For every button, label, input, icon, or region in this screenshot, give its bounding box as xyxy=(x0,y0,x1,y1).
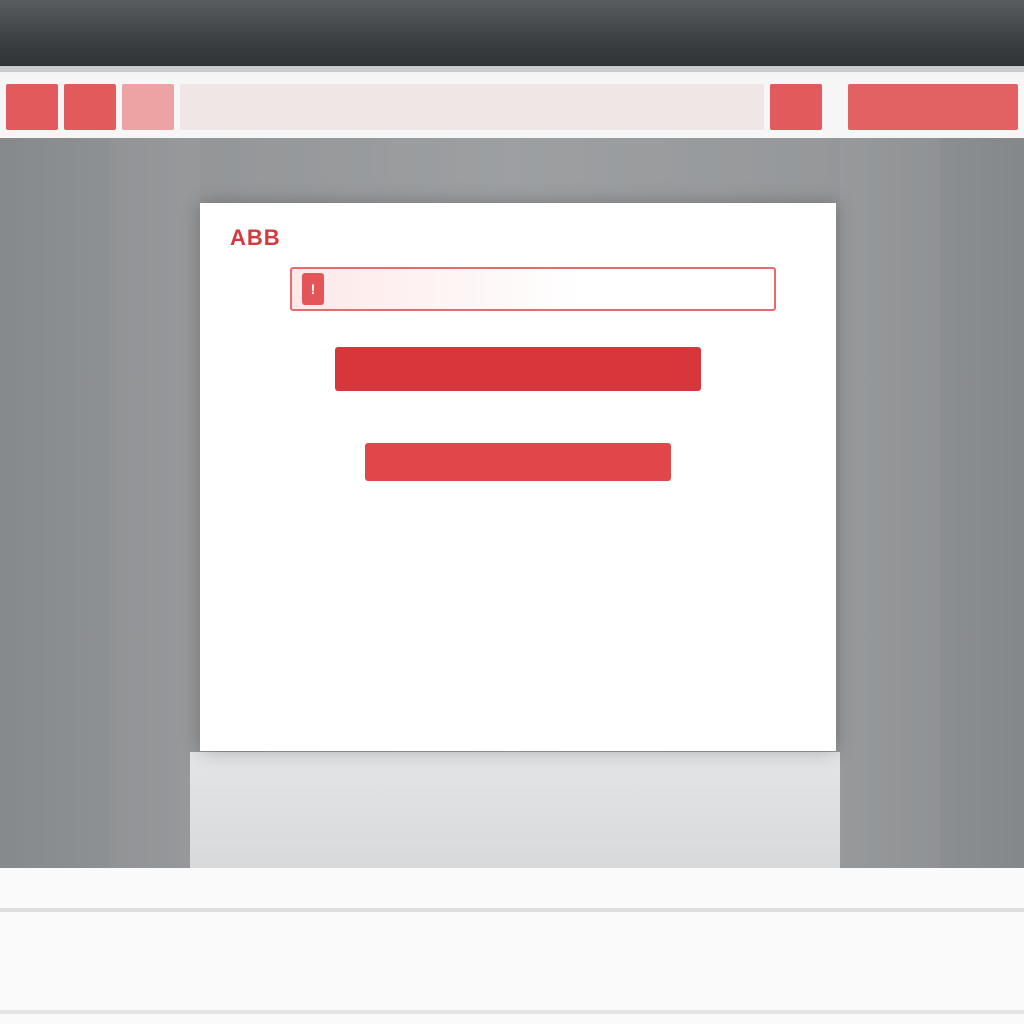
promo-banner: ! xyxy=(290,267,776,311)
nav-item-4[interactable] xyxy=(770,84,822,130)
banner-icon: ! xyxy=(302,273,324,305)
brand-logo: ABB xyxy=(230,225,281,250)
secondary-action-button[interactable] xyxy=(365,443,671,481)
nav-item-2[interactable] xyxy=(64,84,116,130)
modal-header: ABB xyxy=(230,225,806,251)
top-divider xyxy=(0,66,1024,72)
nav-right-group xyxy=(828,83,1024,131)
footer-divider xyxy=(0,908,1024,912)
footer-links xyxy=(0,936,1024,956)
nav-item-3[interactable] xyxy=(122,84,174,130)
content-shelf xyxy=(190,752,840,868)
browser-top-bar xyxy=(0,0,1024,70)
nav-item-1[interactable] xyxy=(6,84,58,130)
nav-right-button[interactable] xyxy=(848,84,1018,130)
nav-spacer xyxy=(180,84,764,130)
footer-bottom-divider xyxy=(0,1010,1024,1014)
site-navigation xyxy=(0,76,1024,138)
nav-left-group xyxy=(0,83,828,131)
modal-dialog: ABB ! xyxy=(200,203,836,751)
page: ABB ! xyxy=(0,0,1024,1024)
primary-action-button[interactable] xyxy=(335,347,701,391)
